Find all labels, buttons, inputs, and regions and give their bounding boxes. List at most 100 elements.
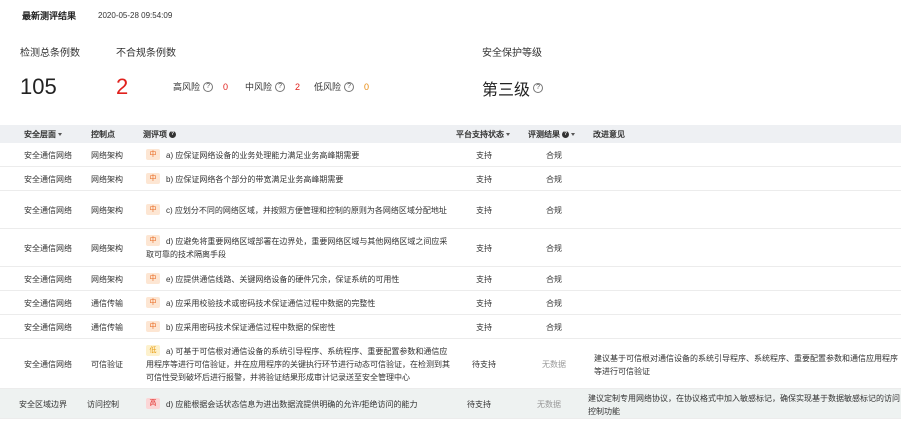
table-body: 安全通信网络 网络架构中 a) 应保证网络设备的业务处理能力满足业务高峰期需要 支持合… [0,143,901,419]
cell-control: 通信传输 [91,299,123,308]
cell-item-text: d) 应能根据会话状态信息为进出数据流提供明确的允许/拒绝访问的能力 [166,399,418,409]
cell-result: 合规 [546,323,562,332]
help-icon[interactable]: ? [203,81,214,92]
cell-control: 可信验证 [91,360,123,369]
cell-result: 合规 [546,275,562,284]
risk-level-badge: 中 [146,235,160,246]
column-header-layer[interactable]: 安全层面 [24,129,62,140]
cell-item-text: a) 应采用校验技术或密码技术保证通信过程中数据的完整性 [166,298,376,308]
table-row[interactable]: 安全通信网络 网络架构 中 c) 应划分不同的网络区域，并按照方便管理和控制的原则为各… [0,191,901,229]
cell-support: 待支持 [472,360,496,369]
cell-layer: 安全通信网络 [24,360,72,369]
help-icon[interactable]: ? [533,83,544,93]
cell-item: 中 a) 应保证网络设备的业务处理能力满足业务高峰期需要 [146,148,450,162]
high-risk-stat: 高风险 ? 0 [173,80,228,93]
table-header: 安全层面 控制点 测评项? 平台支持状态 评测结果? 改进意见 [0,125,901,143]
cell-item: 中 c) 应划分不同的网络区域，并按照方便管理和控制的原则为各网络区域分配地址 [146,203,450,217]
cell-advice: 建议定制专用网络协议，在协议格式中加入敏感标记，确保实现基于数据敏感标记的访问控… [588,394,900,416]
table-row[interactable]: 安全通信网络 网络架构 中 a) 应保证网络设备的业务处理能力满足业务高峰期需要 支持 合… [0,143,901,167]
column-header-label: 控制点 [91,129,115,139]
cell-result: 合规 [546,206,562,215]
cell-control: 网络架构 [91,175,123,184]
cell-control: 访问控制 [87,400,119,409]
risk-level-badge: 中 [146,203,160,215]
cell-item: 中 e) 应提供通信线路、关键网络设备的硬件冗余，保证系统的可用性 [146,272,450,286]
cell-layer: 安全通信网络 [24,299,72,308]
security-level-value: 第三级 [482,82,531,99]
column-header-label: 评测结果 [528,129,560,139]
risk-level-badge: 高 [146,397,160,409]
column-header-label: 平台支持状态 [456,129,504,139]
cell-control: 网络架构 [91,151,123,160]
caret-down-icon [571,132,575,136]
security-level: 第三级 ? [482,76,544,100]
low-risk-value: 0 [364,81,370,92]
cell-item-text: b) 应保证网络各个部分的带宽满足业务高峰期需要 [166,174,344,184]
low-risk-stat: 低风险 ? 0 [314,80,369,93]
cell-support: 支持 [476,275,492,284]
table-row[interactable]: 安全通信网络 可信验证 低 a) 可基于可信根对通信设备的系统引导程序、系统程序、重要… [0,339,901,389]
noncompliant-count-label: 不合规条例数 [116,48,176,59]
cell-support: 支持 [476,244,492,253]
cell-item: 中 a) 应采用校验技术或密码技术保证通信过程中数据的完整性 [146,296,450,310]
noncompliant-count-value: 2 [116,74,129,99]
cell-item: 低 a) 可基于可信根对通信设备的系统引导程序、系统程序、重要配置参数和通信应用程… [146,344,450,384]
table-row[interactable]: 安全通信网络 通信传输 中 a) 应采用校验技术或密码技术保证通信过程中数据的完整性 支… [0,291,901,315]
total-count-label: 检测总条例数 [20,48,80,59]
risk-level-badge: 低 [146,344,160,356]
cell-result: 无数据 [542,360,566,369]
mid-risk-value: 2 [295,81,301,92]
risk-level-badge: 中 [146,296,160,308]
cell-layer: 安全通信网络 [24,206,72,215]
column-header-item: 测评项? [143,129,176,140]
column-header-control: 控制点 [91,129,115,140]
table-row[interactable]: 安全通信网络 网络架构 中 e) 应提供通信线路、关键网络设备的硬件冗余，保证系统的可… [0,267,901,291]
risk-level-badge: 中 [146,272,160,284]
mid-risk-stat: 中风险 ? 2 [245,80,300,93]
security-level-label: 安全保护等级 [482,48,542,59]
column-header-label: 改进意见 [593,129,625,139]
column-header-result[interactable]: 评测结果? [528,129,575,140]
mid-risk-label: 中风险 [245,82,273,92]
cell-item: 高 d) 应能根据会话状态信息为进出数据流提供明确的允许/拒绝访问的能力 [146,397,450,411]
cell-item: 中 b) 应保证网络各个部分的带宽满足业务高峰期需要 [146,172,450,186]
cell-result: 合规 [546,244,562,253]
cell-support: 支持 [476,151,492,160]
cell-item: 中 d) 应避免将重要网络区域部署在边界处，重要网络区域与其他网络区域之间应采取可… [146,235,450,261]
cell-item-text: e) 应提供通信线路、关键网络设备的硬件冗余，保证系统的可用性 [166,274,400,284]
cell-result: 合规 [546,175,562,184]
risk-level-badge: 中 [146,148,160,160]
table-row[interactable]: 安全通信网络 网络架构 中 d) 应避免将重要网络区域部署在边界处，重要网络区域与其他… [0,229,901,267]
cell-result: 无数据 [537,400,561,409]
cell-item-text: a) 可基于可信根对通信设备的系统引导程序、系统程序、重要配置参数和通信应用程序… [146,346,450,382]
table-row[interactable]: 安全区域边界 访问控制 高 d) 应能根据会话状态信息为进出数据流提供明确的允许/拒绝… [0,389,901,419]
high-risk-label: 高风险 [173,82,201,92]
summary-panel: 检测总条例数 105 不合规条例数 2 高风险 ? 0 中风险 ? 2 低风险 … [0,0,901,120]
low-risk-label: 低风险 [314,82,342,92]
cell-result: 合规 [546,299,562,308]
risk-level-badge: 中 [146,320,160,332]
column-header-support[interactable]: 平台支持状态 [456,129,510,140]
cell-layer: 安全区域边界 [19,400,67,409]
help-icon: ? [562,130,569,138]
column-header-advice: 改进意见 [593,129,625,140]
cell-layer: 安全通信网络 [24,175,72,184]
cell-support: 待支持 [467,400,491,409]
help-icon[interactable]: ? [169,130,176,138]
total-count-value: 105 [20,74,57,99]
evaluation-table: 安全层面 控制点 测评项? 平台支持状态 评测结果? 改进意见 安全通信网络网络… [0,125,901,419]
table-row[interactable]: 安全通信网络 通信传输 中 b) 应采用密码技术保证通信过程中数据的保密性 支持 合规 [0,315,901,339]
cell-layer: 安全通信网络 [24,275,72,284]
cell-control: 网络架构 [91,206,123,215]
cell-control: 网络架构 [91,275,123,284]
cell-support: 支持 [476,175,492,184]
column-header-label: 测评项 [143,129,167,139]
help-icon[interactable]: ? [344,81,355,92]
cell-support: 支持 [476,323,492,332]
cell-control: 网络架构 [91,244,123,253]
cell-result: 合规 [546,151,562,160]
column-header-label: 安全层面 [24,129,56,139]
table-row[interactable]: 安全通信网络 网络架构 中 b) 应保证网络各个部分的带宽满足业务高峰期需要 支持 合规 [0,167,901,191]
help-icon[interactable]: ? [275,81,286,92]
cell-control: 通信传输 [91,323,123,332]
